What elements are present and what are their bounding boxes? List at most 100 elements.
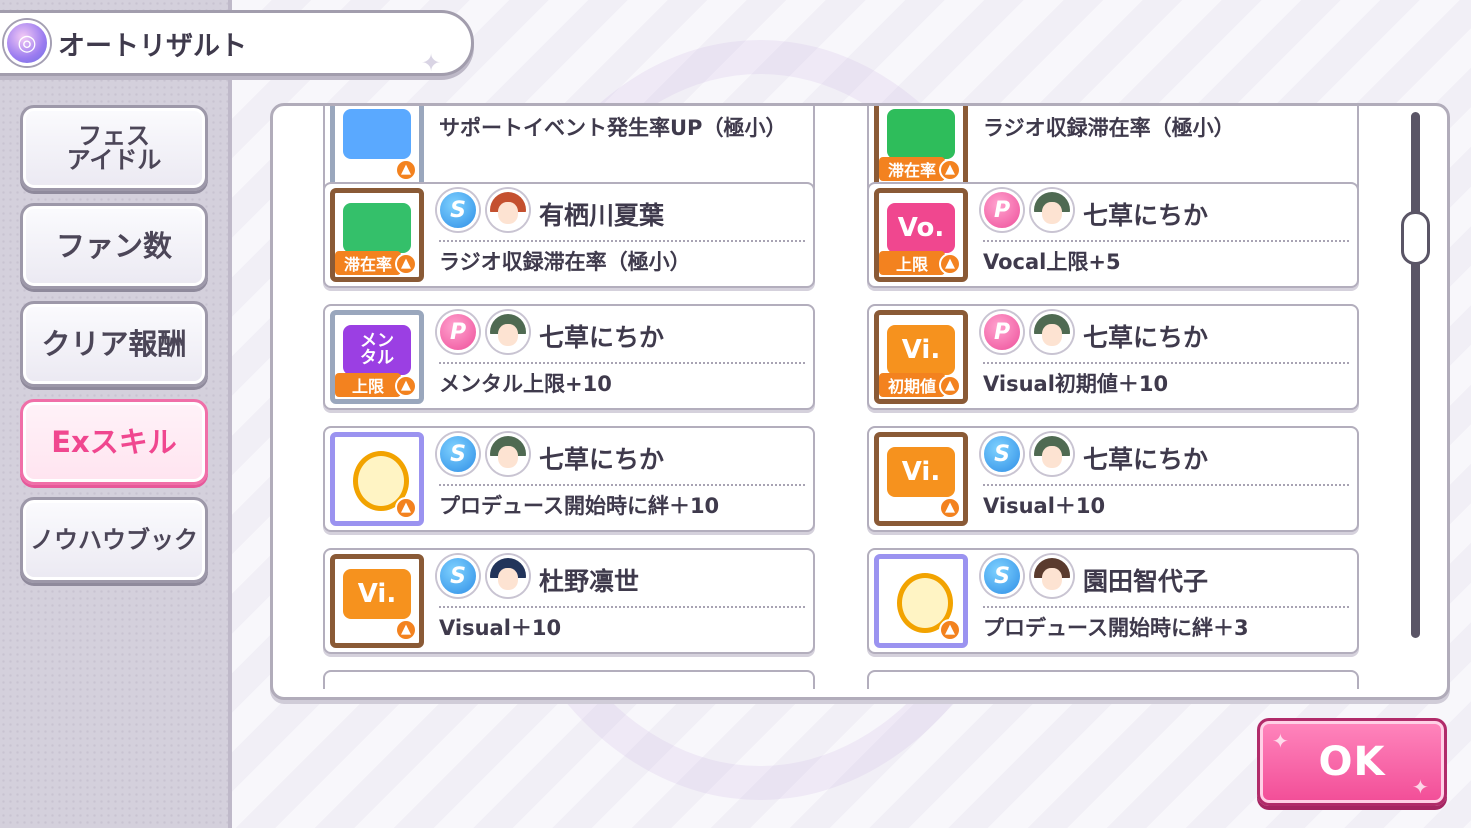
skill-icon-stamp: メン タル xyxy=(343,325,411,375)
upgrade-arrow-icon: ▲ xyxy=(939,253,961,275)
support-type-icon: S xyxy=(437,189,479,231)
dotted-divider xyxy=(983,484,1349,486)
skill-icon-stamp xyxy=(343,109,411,159)
support-event-icon: ▲ xyxy=(330,106,424,188)
sidebar-item-fes-idol[interactable]: フェス アイドル xyxy=(20,105,208,191)
idol-avatar xyxy=(1031,433,1073,475)
skill-effect: Vocal上限+5 xyxy=(983,250,1121,274)
dotted-divider xyxy=(439,606,805,608)
skill-effect: サポートイベント発生率UP（極小） xyxy=(439,116,787,140)
skill-effect: ラジオ収録滞在率（極小） xyxy=(983,116,1235,140)
skill-card[interactable]: Vi. ▲ S 七草にちか Visual＋10 xyxy=(867,426,1359,532)
upgrade-arrow-icon: ▲ xyxy=(395,253,417,275)
skill-effect: Visual初期値＋10 xyxy=(983,372,1169,396)
stay-rate-icon: 滞在率 ▲ xyxy=(874,106,968,188)
idol-avatar xyxy=(1031,311,1073,353)
skill-icon-tag: 上限 xyxy=(879,251,945,275)
sparkle-icon: ✦ xyxy=(1272,729,1290,753)
skill-card[interactable]: Vi. ▲ S 杜野凛世 Visual＋10 xyxy=(323,548,815,654)
skill-card[interactable]: Vo. 上限 ▲ P 七草にちか Vocal上限+5 xyxy=(867,182,1359,288)
support-type-icon: S xyxy=(981,433,1023,475)
bond-icon: ▲ xyxy=(874,554,968,648)
skill-icon-stamp: Vi. xyxy=(887,325,955,375)
skill-list[interactable]: ▲ サポートイベント発生率UP（極小） 滞在率 ▲ S 有栖川夏葉 ラジオ収録滞在率（極小）… xyxy=(273,106,1403,689)
upgrade-arrow-icon: ▲ xyxy=(395,159,417,181)
skill-card[interactable]: ▲ S 七草にちかプロデュース開始時に絆＋10 xyxy=(323,426,815,532)
idol-name: 七草にちか xyxy=(539,445,665,474)
skill-effect: プロデュース開始時に絆＋3 xyxy=(983,616,1249,640)
sidebar-item-fan-count[interactable]: ファン数 xyxy=(20,203,208,289)
sidebar-item-ex-skill[interactable]: Exスキル xyxy=(20,399,208,485)
upgrade-arrow-icon: ▲ xyxy=(939,497,961,519)
skill-card[interactable] xyxy=(323,670,815,689)
skill-effect: Visual＋10 xyxy=(439,616,562,640)
mental-icon: メン タル 上限 ▲ xyxy=(330,310,424,404)
scrollbar-track[interactable] xyxy=(1411,112,1420,638)
skill-icon-tag: 滞在率 xyxy=(335,251,401,275)
dotted-divider xyxy=(983,240,1349,242)
skill-icon-tag: 初期値 xyxy=(879,373,945,397)
produce-type-icon: P xyxy=(437,311,479,353)
idol-name: 七草にちか xyxy=(1083,323,1209,352)
sparkle-icon: ✦ xyxy=(421,49,442,77)
idol-name: 有栖川夏葉 xyxy=(539,201,665,230)
bond-icon: ▲ xyxy=(330,432,424,526)
sidebar-item-clear-reward[interactable]: クリア報酬 xyxy=(20,301,208,387)
support-type-icon: S xyxy=(437,433,479,475)
vocal-icon: Vo. 上限 ▲ xyxy=(874,188,968,282)
idol-name: 七草にちか xyxy=(539,323,665,352)
skill-effect: ラジオ収録滞在率（極小） xyxy=(439,250,691,274)
dotted-divider xyxy=(439,240,805,242)
skill-card[interactable] xyxy=(867,670,1359,689)
skill-card[interactable]: メン タル 上限 ▲ P 七草にちか メンタル上限+10 xyxy=(323,304,815,410)
upgrade-arrow-icon: ▲ xyxy=(939,619,961,641)
idol-avatar xyxy=(487,311,529,353)
skill-card[interactable]: ▲ S 園田智代子プロデュース開始時に絆＋3 xyxy=(867,548,1359,654)
dotted-divider xyxy=(439,484,805,486)
page-title: オートリザルト xyxy=(58,31,247,62)
sparkle-icon: ✦ xyxy=(1412,775,1430,799)
sidebar: フェス アイドル ファン数 クリア報酬 Exスキル ノウハウブック xyxy=(0,0,232,828)
radio-icon: 滞在率 ▲ xyxy=(330,188,424,282)
sidebar-item-knowhow-book[interactable]: ノウハウブック xyxy=(20,497,208,583)
produce-type-icon: P xyxy=(981,311,1023,353)
dotted-divider xyxy=(439,362,805,364)
support-type-icon: S xyxy=(437,555,479,597)
idol-avatar xyxy=(487,433,529,475)
result-swirl-icon: ◎ xyxy=(4,20,50,66)
support-type-icon: S xyxy=(981,555,1023,597)
upgrade-arrow-icon: ▲ xyxy=(395,497,417,519)
ok-button[interactable]: OK ✦ ✦ xyxy=(1257,718,1447,806)
scrollbar-thumb[interactable] xyxy=(1401,211,1430,265)
upgrade-arrow-icon: ▲ xyxy=(939,375,961,397)
idol-avatar xyxy=(487,189,529,231)
dotted-divider xyxy=(983,606,1349,608)
skill-icon-stamp xyxy=(343,203,411,253)
skill-card[interactable]: 滞在率 ▲ ラジオ収録滞在率（極小） xyxy=(867,106,1359,194)
idol-avatar xyxy=(487,555,529,597)
idol-avatar xyxy=(1031,555,1073,597)
skill-effect: Visual＋10 xyxy=(983,494,1106,518)
idol-name: 杜野凛世 xyxy=(539,567,640,596)
ok-button-label: OK xyxy=(1318,739,1386,785)
visual-icon: Vi. ▲ xyxy=(874,432,968,526)
skill-list-panel: ▲ サポートイベント発生率UP（極小） 滞在率 ▲ S 有栖川夏葉 ラジオ収録滞在率（極小）… xyxy=(270,103,1450,700)
visual-icon: Vi. 初期値 ▲ xyxy=(874,310,968,404)
upgrade-arrow-icon: ▲ xyxy=(395,619,417,641)
visual-icon: Vi. ▲ xyxy=(330,554,424,648)
skill-icon-stamp: Vo. xyxy=(887,203,955,253)
upgrade-arrow-icon: ▲ xyxy=(395,375,417,397)
upgrade-arrow-icon: ▲ xyxy=(939,159,961,181)
idol-name: 七草にちか xyxy=(1083,201,1209,230)
idol-name: 七草にちか xyxy=(1083,445,1209,474)
idol-name: 園田智代子 xyxy=(1083,567,1209,596)
skill-card[interactable]: 滞在率 ▲ S 有栖川夏葉ラジオ収録滞在率（極小） xyxy=(323,182,815,288)
skill-icon-tag: 滞在率 xyxy=(879,157,945,181)
skill-icon-stamp xyxy=(887,109,955,159)
idol-avatar xyxy=(1031,189,1073,231)
skill-icon-tag: 上限 xyxy=(335,373,401,397)
skill-icon-stamp: Vi. xyxy=(343,569,411,619)
skill-card[interactable]: ▲ サポートイベント発生率UP（極小） xyxy=(323,106,815,194)
skill-card[interactable]: Vi. 初期値 ▲ P 七草にちか Visual初期値＋10 xyxy=(867,304,1359,410)
skill-effect: プロデュース開始時に絆＋10 xyxy=(439,494,720,518)
